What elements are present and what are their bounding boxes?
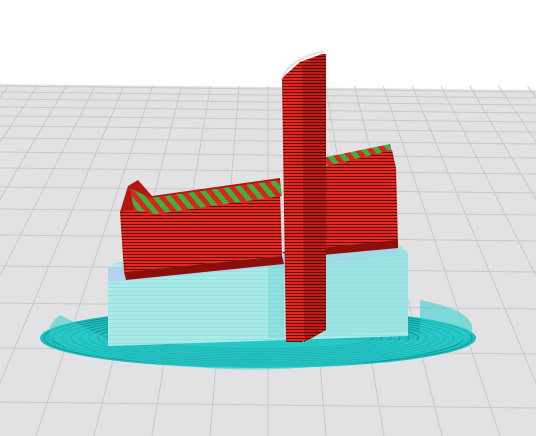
- slice-preview-viewport[interactable]: [0, 0, 536, 436]
- model-fin: [281, 51, 326, 342]
- layer-view-canvas[interactable]: [0, 0, 536, 436]
